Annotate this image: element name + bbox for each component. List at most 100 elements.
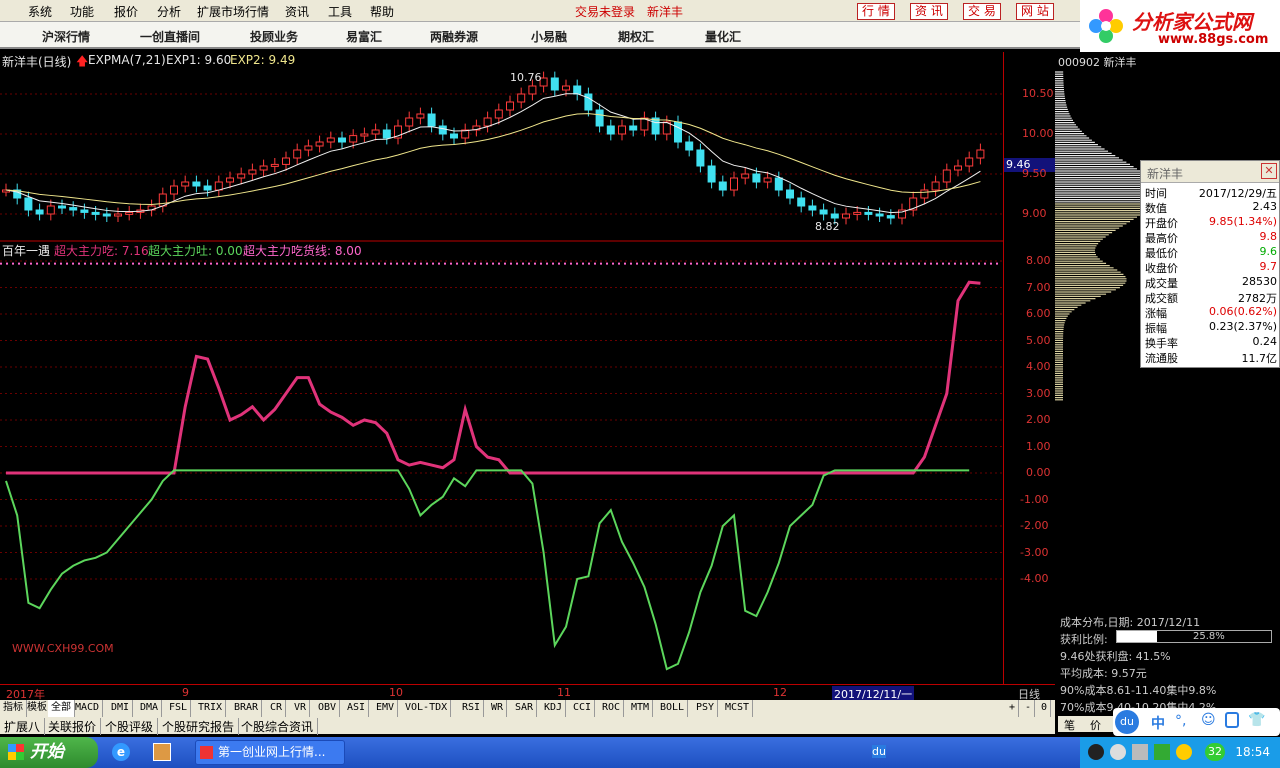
menu-system[interactable]: 系统 bbox=[28, 3, 52, 20]
tab-strokes[interactable]: 笔 bbox=[1064, 717, 1075, 733]
candle-body bbox=[797, 197, 806, 207]
tab-sar[interactable]: SAR bbox=[512, 700, 538, 717]
news-button[interactable]: 资 讯 bbox=[910, 3, 948, 20]
qq-icon[interactable] bbox=[1088, 744, 1104, 760]
tab-asi[interactable]: ASI bbox=[344, 700, 370, 717]
info-row: 换手率 0.24 bbox=[1141, 335, 1280, 350]
menu-analysis[interactable]: 分析 bbox=[157, 3, 181, 20]
tab-boll[interactable]: BOLL bbox=[657, 700, 689, 717]
voice-icon[interactable] bbox=[1225, 712, 1239, 728]
windows-icon bbox=[8, 744, 24, 760]
exp1-line bbox=[5, 93, 981, 214]
candle-body bbox=[696, 149, 705, 167]
info-row: 成交量 28530 bbox=[1141, 275, 1280, 290]
taskbar-app-button[interactable]: 第一创业网上行情... bbox=[195, 740, 345, 765]
tab-vr[interactable]: VR bbox=[291, 700, 311, 717]
tab-obv[interactable]: OBV bbox=[315, 700, 341, 717]
tab-dma[interactable]: DMA bbox=[137, 700, 163, 717]
info-value: 0.06(0.62%) bbox=[1208, 305, 1277, 318]
skin-icon[interactable]: 👕 bbox=[1248, 712, 1265, 728]
candle-body bbox=[506, 101, 514, 111]
trade-button[interactable]: 交 易 bbox=[963, 3, 1001, 20]
candle-body bbox=[170, 185, 178, 195]
menu-help[interactable]: 帮助 bbox=[370, 3, 394, 20]
tab-macd[interactable]: MACD bbox=[72, 700, 104, 717]
indicator-tick-label: 7.00 bbox=[1026, 280, 1051, 294]
tab-emv[interactable]: EMV bbox=[373, 700, 399, 717]
tab-cr[interactable]: CR bbox=[267, 700, 287, 717]
tab-kdj[interactable]: KDJ bbox=[541, 700, 567, 717]
tab-psy[interactable]: PSY bbox=[693, 700, 719, 717]
quicklaunch-icon[interactable] bbox=[153, 743, 171, 761]
menu-extended-market[interactable]: 扩展市场行情 bbox=[197, 3, 269, 20]
tab-mcst[interactable]: MCST bbox=[722, 700, 754, 717]
tab-research-report[interactable]: 个股研究报告 bbox=[158, 718, 240, 735]
tab-全部[interactable]: 全部 bbox=[48, 700, 75, 717]
tab-control-button[interactable]: 0 bbox=[1038, 700, 1052, 717]
candle-body bbox=[494, 109, 503, 119]
website-button[interactable]: 网 站 bbox=[1016, 3, 1054, 20]
nav-options[interactable]: 期权汇 bbox=[618, 28, 654, 45]
main-chart-area[interactable] bbox=[0, 52, 1003, 684]
nav-advisory[interactable]: 投顾业务 bbox=[250, 28, 298, 45]
tab-control-button[interactable]: + bbox=[1006, 700, 1020, 717]
candle-body bbox=[91, 211, 100, 215]
candle-body bbox=[774, 177, 783, 191]
clock-tray-icon[interactable] bbox=[1110, 744, 1126, 760]
candle-body bbox=[125, 211, 134, 215]
tab-模板[interactable]: 模板 bbox=[24, 700, 51, 717]
start-button[interactable]: 开始 bbox=[0, 737, 98, 768]
info-value: 9.7 bbox=[1259, 260, 1278, 273]
nav-yifuhui[interactable]: 易富汇 bbox=[346, 28, 382, 45]
info-row: 数值 2.43 bbox=[1141, 200, 1280, 215]
ie-icon[interactable]: e bbox=[112, 743, 130, 761]
menu-quote[interactable]: 报价 bbox=[114, 3, 138, 20]
candle-body bbox=[618, 125, 626, 135]
menu-news[interactable]: 资讯 bbox=[285, 3, 309, 20]
tab-news[interactable]: 个股综合资讯 bbox=[237, 718, 319, 735]
tab-trix[interactable]: TRIX bbox=[195, 700, 227, 717]
close-icon[interactable]: ✕ bbox=[1261, 163, 1277, 179]
candle-body bbox=[203, 185, 212, 191]
tab-extended-8[interactable]: 扩展八 bbox=[0, 718, 46, 735]
emoji-icon[interactable]: ☺ bbox=[1201, 712, 1216, 728]
notification-badge[interactable]: 32 bbox=[1205, 743, 1225, 761]
tab-brar[interactable]: BRAR bbox=[231, 700, 263, 717]
nav-quant[interactable]: 量化汇 bbox=[705, 28, 741, 45]
shield-icon[interactable] bbox=[1154, 744, 1170, 760]
tab-price[interactable]: 价 bbox=[1090, 717, 1101, 733]
tab-control-button[interactable]: - bbox=[1022, 700, 1036, 717]
indicator-tick-label: -2.00 bbox=[1020, 519, 1049, 532]
market-button[interactable]: 行 情 bbox=[857, 3, 895, 20]
du-icon[interactable]: du bbox=[872, 745, 886, 758]
nav-live-room[interactable]: 一创直播间 bbox=[140, 28, 200, 45]
tab-related-quote[interactable]: 关联报价 bbox=[44, 718, 102, 735]
tab-指标[interactable]: 指标 bbox=[0, 700, 27, 717]
candle-body bbox=[842, 213, 850, 219]
nav-margin[interactable]: 两融券源 bbox=[430, 28, 478, 45]
tab-mtm[interactable]: MTM bbox=[628, 700, 654, 717]
nav-shenzhen-shanghai[interactable]: 沪深行情 bbox=[42, 28, 90, 45]
tab-fsl[interactable]: FSL bbox=[166, 700, 192, 717]
candle-body bbox=[931, 181, 940, 191]
nav-xiaoyirong[interactable]: 小易融 bbox=[531, 28, 567, 45]
candle-body bbox=[405, 117, 414, 127]
tab-roc[interactable]: ROC bbox=[599, 700, 625, 717]
tab-vol-tdx[interactable]: VOL-TDX bbox=[402, 700, 452, 717]
punct-icon[interactable]: °, bbox=[1175, 713, 1186, 729]
volume-icon[interactable] bbox=[1132, 744, 1148, 760]
info-value: 28530 bbox=[1242, 275, 1277, 288]
menu-function[interactable]: 功能 bbox=[70, 3, 94, 20]
network-icon[interactable] bbox=[1176, 744, 1192, 760]
chinese-mode-icon[interactable]: 中 bbox=[1151, 713, 1165, 733]
menu-tools[interactable]: 工具 bbox=[328, 3, 352, 20]
indicator-tick-label: 1.00 bbox=[1026, 439, 1051, 453]
tab-dmi[interactable]: DMI bbox=[108, 700, 134, 717]
tab-wr[interactable]: WR bbox=[488, 700, 508, 717]
baidu-ime-icon[interactable]: du bbox=[1115, 710, 1139, 734]
tab-rsi[interactable]: RSI bbox=[459, 700, 485, 717]
candle-body bbox=[102, 213, 111, 217]
system-tray: 32 18:54 bbox=[1080, 737, 1280, 768]
tab-rating[interactable]: 个股评级 bbox=[101, 718, 159, 735]
tab-cci[interactable]: CCI bbox=[570, 700, 596, 717]
